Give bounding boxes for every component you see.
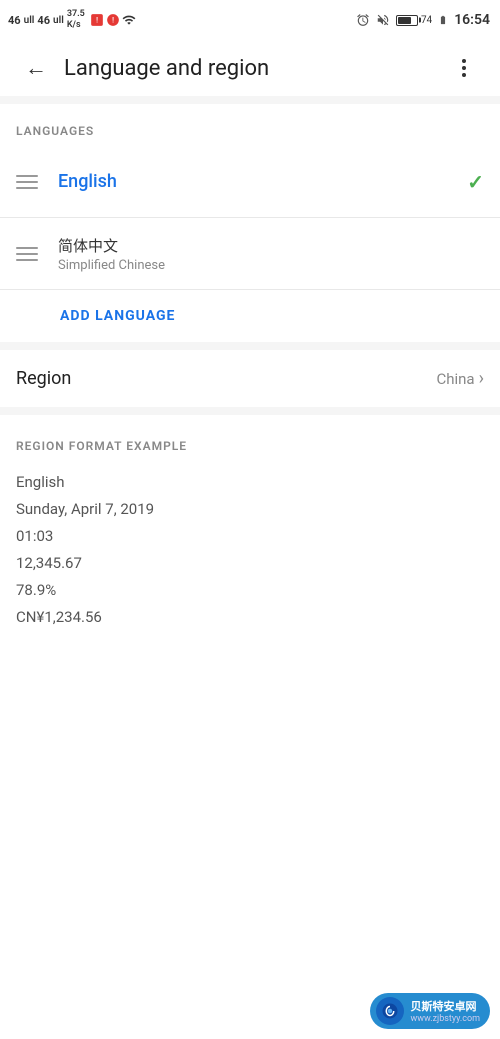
drag-handle-english[interactable] (16, 175, 38, 189)
selected-checkmark: ✓ (467, 170, 484, 194)
drag-line (16, 187, 38, 189)
watermark-url: www.zjbstyy.com (410, 1014, 480, 1024)
drag-line (16, 175, 38, 177)
add-language-label: ADD LANGUAGE (60, 308, 175, 324)
chevron-right-icon: › (479, 368, 484, 389)
region-format-section: REGION FORMAT EXAMPLE English Sunday, Ap… (0, 415, 500, 651)
drag-handle-chinese[interactable] (16, 247, 38, 261)
status-icons: ! ! (90, 13, 136, 27)
format-section-header: REGION FORMAT EXAMPLE (0, 431, 500, 465)
top-divider (0, 96, 500, 104)
languages-section: LANGUAGES English ✓ 简体中文 Simplified Chin… (0, 104, 500, 342)
drag-line (16, 181, 38, 183)
alarm-clock-icon (356, 13, 370, 27)
language-name-english: English (58, 171, 467, 192)
watermark-site-name: 贝斯特安卓网 (410, 998, 480, 1014)
more-dots-icon (462, 59, 466, 77)
status-right: 74 16:54 (356, 12, 490, 28)
region-value: China (436, 370, 474, 388)
more-options-button[interactable] (444, 48, 484, 88)
format-divider (0, 407, 500, 415)
watermark-text: 贝斯特安卓网 www.zjbstyy.com (410, 998, 480, 1024)
signal-divider: ull (24, 15, 35, 26)
format-line-1: Sunday, April 7, 2019 (16, 496, 484, 523)
alert-icon: ! (106, 13, 120, 27)
format-line-5: CN¥1,234.56 (16, 604, 484, 631)
language-info-chinese: 简体中文 Simplified Chinese (58, 235, 484, 273)
region-divider (0, 342, 500, 350)
format-line-2: 01:03 (16, 523, 484, 550)
language-name-chinese: 简体中文 (58, 235, 484, 256)
app-bar: ← Language and region (0, 40, 500, 96)
battery-indicator: 74 (396, 15, 432, 26)
svg-text:!: ! (112, 16, 114, 24)
drag-line (16, 247, 38, 249)
drag-line (16, 253, 38, 255)
region-row[interactable]: Region China › (0, 350, 500, 407)
signal-text2: 46 (37, 14, 50, 27)
svg-text:!: ! (96, 16, 98, 24)
silent-icon (376, 13, 390, 27)
signal-divider2: ull (53, 15, 64, 26)
region-label: Region (16, 368, 436, 389)
status-time: 16:54 (454, 12, 490, 28)
signal-text: 46 (8, 14, 21, 27)
language-item-chinese[interactable]: 简体中文 Simplified Chinese (0, 218, 500, 290)
status-bar: 46 ull 46 ull 37.5K/s ! ! 74 16:54 (0, 0, 500, 40)
back-button[interactable]: ← (16, 48, 56, 88)
wifi-icon (122, 13, 136, 27)
language-item-english[interactable]: English ✓ (0, 146, 500, 218)
charging-icon (438, 13, 448, 27)
format-line-3: 12,345.67 (16, 550, 484, 577)
battery-percent: 74 (421, 15, 432, 26)
watermark-icon (376, 997, 404, 1025)
language-info-english: English (58, 171, 467, 192)
drag-line (16, 259, 38, 261)
format-line-4: 78.9% (16, 577, 484, 604)
status-left: 46 ull 46 ull 37.5K/s ! ! (8, 9, 136, 31)
alarm-icon: ! (90, 13, 104, 27)
languages-section-header: LANGUAGES (0, 104, 500, 146)
data-speed: 37.5K/s (67, 9, 85, 31)
page-title: Language and region (64, 56, 444, 81)
format-content: English Sunday, April 7, 2019 01:03 12,3… (0, 465, 500, 651)
add-language-button[interactable]: ADD LANGUAGE (0, 290, 500, 342)
language-subname-chinese: Simplified Chinese (58, 258, 484, 273)
watermark: 贝斯特安卓网 www.zjbstyy.com (370, 993, 490, 1029)
format-line-0: English (16, 469, 484, 496)
